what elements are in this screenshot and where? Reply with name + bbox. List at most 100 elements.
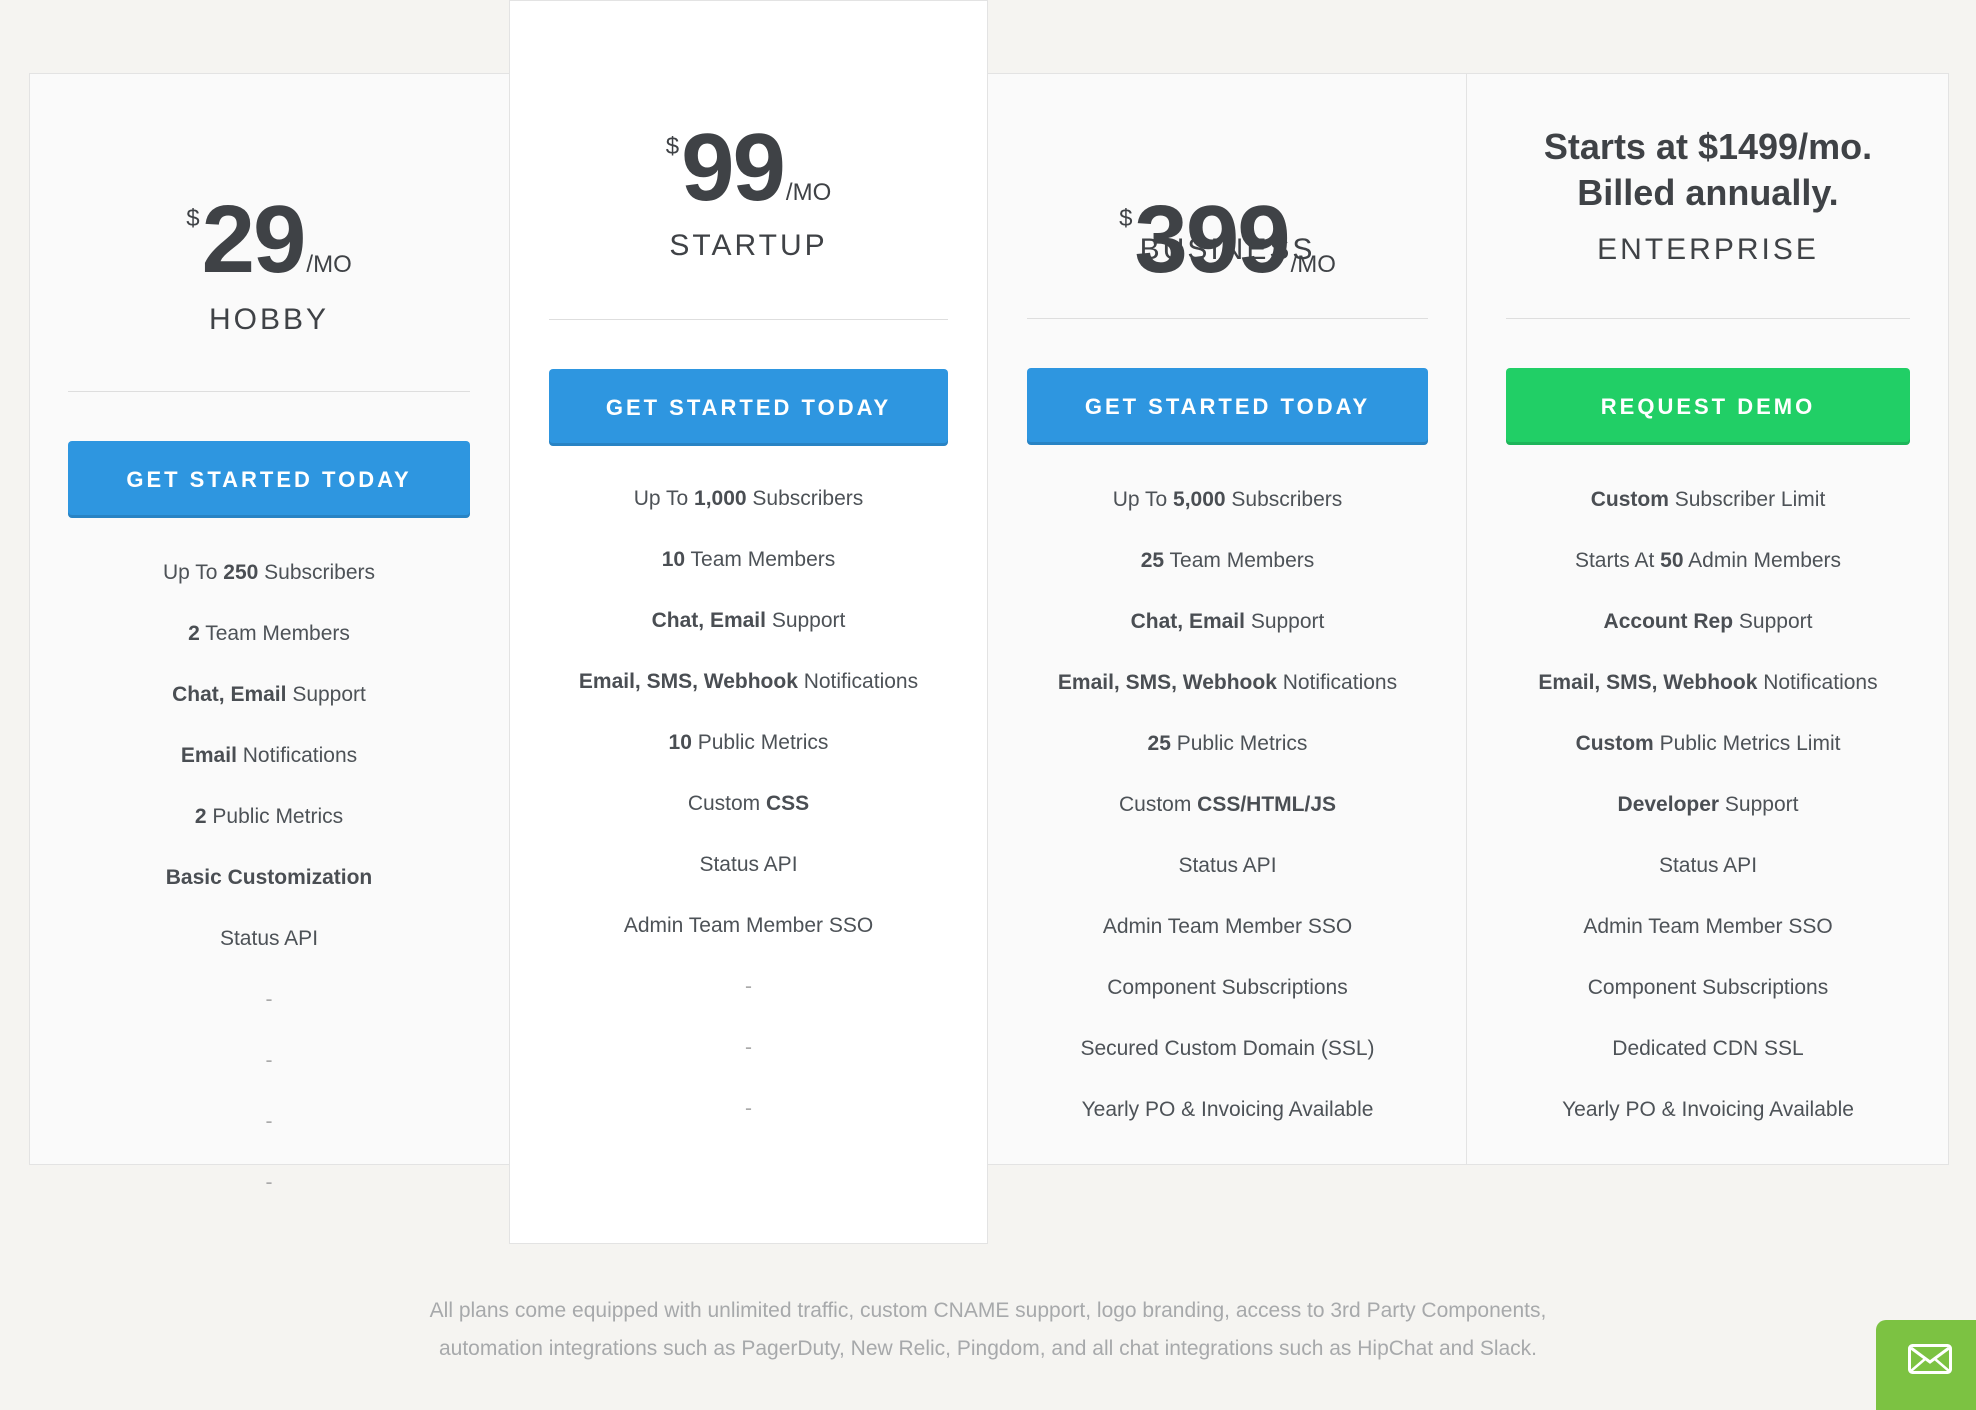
- feature-text: Public Metrics: [691, 731, 829, 754]
- feature-item: Yearly PO & Invoicing Available: [1467, 1086, 1949, 1147]
- plan-business: $399/MO BUSINESS GET STARTED TODAY Up To…: [988, 73, 1467, 1165]
- feature-text: Subscribers: [1225, 488, 1343, 511]
- feature-item: Component Subscriptions: [1467, 964, 1949, 1025]
- feature-text: Notifications: [236, 744, 358, 767]
- feature-item: Admin Team Member SSO: [1467, 903, 1949, 964]
- feature-item: -: [510, 963, 987, 1024]
- feature-item: Admin Team Member SSO: [988, 903, 1467, 964]
- feature-unavailable: -: [265, 1171, 273, 1194]
- feature-highlight: 25: [1140, 549, 1165, 572]
- divider: [1506, 318, 1910, 319]
- feature-item: Custom Subscriber Limit: [1467, 476, 1949, 537]
- feature-item: 25 Team Members: [988, 537, 1467, 598]
- divider: [549, 319, 948, 320]
- feature-highlight: 250: [223, 561, 259, 584]
- price-starts-at: Starts at $1499/mo.: [1543, 126, 1873, 167]
- feature-item: Developer Support: [1467, 781, 1949, 842]
- price-currency: $: [186, 205, 200, 232]
- feature-unavailable: -: [745, 1097, 752, 1120]
- feature-list: Up To 1,000 Subscribers 10 Team Members Ch…: [510, 475, 987, 1146]
- feature-text: Support: [286, 683, 366, 706]
- feature-item: Email Notifications: [29, 732, 509, 793]
- feature-text: Public Metrics Limit: [1653, 732, 1841, 755]
- feature-item: Chat, Email Support: [510, 597, 987, 658]
- feature-item: Chat, Email Support: [988, 598, 1467, 659]
- feature-text: Status API: [219, 927, 319, 950]
- feature-unavailable: -: [745, 975, 752, 998]
- feature-highlight: 1,000: [694, 487, 747, 510]
- feature-item: Basic Customization: [29, 854, 509, 915]
- feature-text: Starts At: [1574, 549, 1661, 572]
- feature-item: Yearly PO & Invoicing Available: [988, 1086, 1467, 1147]
- feature-item: -: [510, 1024, 987, 1085]
- feature-text: Component Subscriptions: [1107, 976, 1348, 999]
- plan-startup: $99/MO STARTUP GET STARTED TODAY Up To 1…: [509, 0, 988, 1244]
- chat-widget-button[interactable]: [1876, 1320, 1976, 1410]
- price-billing-note: Billed annually.: [1577, 172, 1839, 213]
- feature-text: Subscriber Limit: [1668, 488, 1826, 511]
- feature-item: Email, SMS, Webhook Notifications: [1467, 659, 1949, 720]
- feature-item: Up To 5,000 Subscribers: [988, 476, 1467, 537]
- feature-item: Component Subscriptions: [988, 964, 1467, 1025]
- feature-text: Status API: [1178, 854, 1277, 877]
- feature-unavailable: -: [265, 988, 273, 1011]
- feature-highlight: 2: [188, 622, 200, 645]
- get-started-button[interactable]: GET STARTED TODAY: [68, 441, 470, 518]
- feature-list: Custom Subscriber Limit Starts At 50 Admi…: [1467, 476, 1949, 1147]
- feature-highlight: Email, SMS, Webhook: [1057, 671, 1277, 694]
- feature-item: Status API: [510, 841, 987, 902]
- feature-highlight: CSS: [766, 792, 810, 815]
- feature-item: -: [29, 1098, 509, 1159]
- feature-highlight: Chat, Email: [172, 683, 287, 706]
- plan-enterprise: Starts at $1499/mo. Billed annually. ENT…: [1467, 73, 1949, 1165]
- feature-highlight: Chat, Email: [1130, 610, 1245, 633]
- feature-text: Team Members: [685, 548, 836, 571]
- feature-text: Up To: [162, 561, 224, 584]
- request-demo-button[interactable]: REQUEST DEMO: [1506, 368, 1910, 445]
- feature-text: Custom: [1118, 793, 1198, 816]
- feature-item: 10 Public Metrics: [510, 719, 987, 780]
- feature-text: Notifications: [1276, 671, 1398, 694]
- feature-highlight: Developer: [1617, 793, 1720, 816]
- divider: [1027, 318, 1428, 319]
- feature-highlight: Email, SMS, Webhook: [578, 670, 798, 693]
- feature-text: Subscribers: [746, 487, 864, 510]
- feature-text: Secured Custom Domain (SSL): [1080, 1037, 1375, 1060]
- get-started-button[interactable]: GET STARTED TODAY: [549, 369, 948, 446]
- feature-highlight: Custom: [1590, 488, 1669, 511]
- price-currency: $: [665, 133, 680, 160]
- price-currency: $: [1119, 205, 1133, 232]
- feature-item: Status API: [988, 842, 1467, 903]
- feature-item: Email, SMS, Webhook Notifications: [510, 658, 987, 719]
- feature-highlight: 10: [668, 731, 692, 754]
- feature-text: Yearly PO & Invoicing Available: [1081, 1098, 1374, 1121]
- footnote-line: automation integrations such as PagerDut…: [438, 1337, 1538, 1360]
- plan-name: BUSINESS: [1139, 233, 1316, 266]
- feature-text: Up To: [633, 487, 695, 510]
- feature-text: Notifications: [1757, 671, 1878, 694]
- feature-text: Custom: [687, 792, 766, 815]
- feature-item: Starts At 50 Admin Members: [1467, 537, 1949, 598]
- feature-item: -: [510, 1085, 987, 1146]
- feature-item: Custom Public Metrics Limit: [1467, 720, 1949, 781]
- plan-name: ENTERPRISE: [1597, 233, 1819, 266]
- plans-footnote: All plans come equipped with unlimited t…: [0, 1292, 1976, 1368]
- get-started-button[interactable]: GET STARTED TODAY: [1027, 368, 1428, 445]
- feature-item: Custom CSS: [510, 780, 987, 841]
- feature-list: Up To 250 Subscribers 2 Team Members Chat,…: [29, 549, 509, 1220]
- feature-text: Support: [1719, 793, 1799, 816]
- price-amount: 99: [681, 114, 786, 221]
- feature-highlight: 10: [661, 548, 686, 571]
- feature-item: Dedicated CDN SSL: [1467, 1025, 1949, 1086]
- feature-text: Team Members: [1164, 549, 1315, 572]
- price-period: /MO: [785, 179, 832, 206]
- feature-highlight: 2: [194, 805, 207, 828]
- envelope-icon: [1908, 1344, 1952, 1374]
- feature-unavailable: -: [265, 1049, 273, 1072]
- column-divider: [1466, 73, 1467, 1165]
- feature-text: Up To: [1112, 488, 1174, 511]
- feature-item: Custom CSS/HTML/JS: [988, 781, 1467, 842]
- feature-text: Status API: [699, 853, 798, 876]
- feature-text: Support: [765, 609, 846, 632]
- feature-highlight: Email, SMS, Webhook: [1538, 671, 1758, 694]
